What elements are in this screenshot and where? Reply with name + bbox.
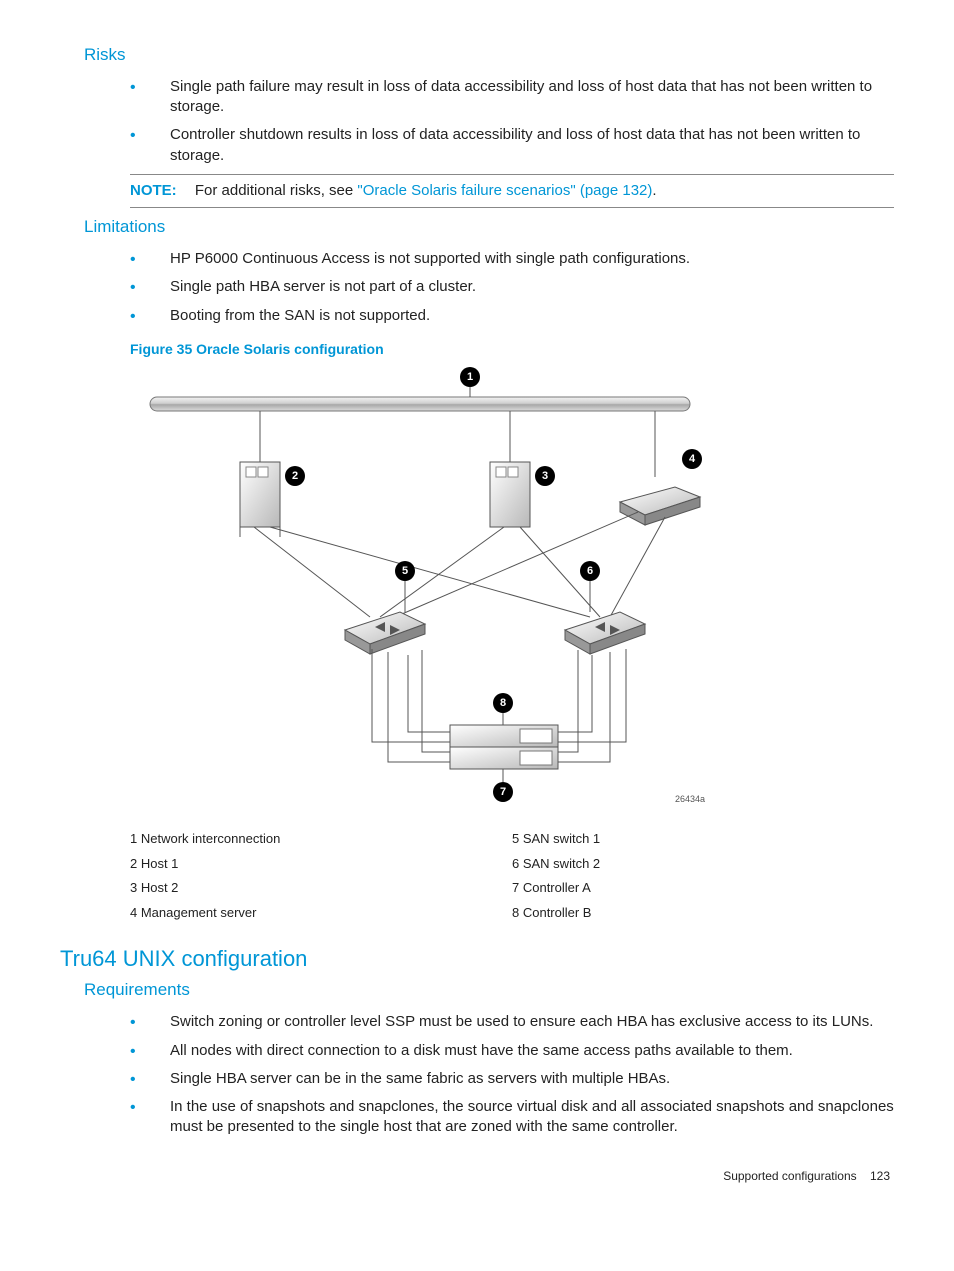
footer-section: Supported configurations	[723, 1169, 856, 1183]
list-item: In the use of snapshots and snapclones, …	[130, 1097, 894, 1138]
svg-text:5: 5	[402, 565, 408, 577]
figure-id-label: 26434a	[675, 794, 705, 804]
svg-text:1: 1	[467, 371, 473, 383]
san-switch-1-icon	[345, 612, 425, 654]
figure-diagram: 1 2 3 4 5	[130, 367, 710, 813]
note-text-post: .	[652, 182, 656, 199]
legend-item: 8 Controller B	[512, 901, 894, 926]
page-footer: Supported configurations 123	[60, 1168, 890, 1184]
svg-text:7: 7	[500, 786, 506, 798]
risks-list: Single path failure may result in loss o…	[130, 77, 894, 166]
svg-text:6: 6	[587, 565, 593, 577]
heading-requirements: Requirements	[84, 979, 894, 1002]
host-2-icon	[490, 462, 530, 527]
legend-item: 3 Host 2	[130, 876, 512, 901]
legend-item: 5 SAN switch 1	[512, 827, 894, 852]
note-link[interactable]: "Oracle Solaris failure scenarios" (page…	[357, 182, 652, 199]
requirements-list: Switch zoning or controller level SSP mu…	[130, 1012, 894, 1137]
list-item: Controller shutdown results in loss of d…	[130, 125, 894, 166]
svg-text:8: 8	[500, 697, 506, 709]
host-1-icon	[240, 462, 280, 537]
figure-caption: Figure 35 Oracle Solaris configuration	[130, 340, 894, 359]
heading-risks: Risks	[84, 44, 894, 67]
legend-item: 6 SAN switch 2	[512, 852, 894, 877]
note-label: NOTE:	[130, 182, 177, 199]
footer-page: 123	[870, 1169, 890, 1183]
list-item: Single path failure may result in loss o…	[130, 77, 894, 118]
legend-item: 2 Host 1	[130, 852, 512, 877]
limitations-list: HP P6000 Continuous Access is not suppor…	[130, 249, 894, 326]
legend-item: 1 Network interconnection	[130, 827, 512, 852]
heading-tru64: Tru64 UNIX configuration	[60, 944, 894, 974]
svg-text:4: 4	[689, 453, 696, 465]
list-item: Single path HBA server is not part of a …	[130, 277, 894, 297]
heading-limitations: Limitations	[84, 216, 894, 239]
note-text-pre: For additional risks, see	[195, 182, 358, 199]
legend-item: 7 Controller A	[512, 876, 894, 901]
svg-text:3: 3	[542, 470, 548, 482]
list-item: Switch zoning or controller level SSP mu…	[130, 1012, 894, 1032]
legend-item: 4 Management server	[130, 901, 512, 926]
list-item: All nodes with direct connection to a di…	[130, 1041, 894, 1061]
list-item: Booting from the SAN is not supported.	[130, 306, 894, 326]
note-box: NOTE: For additional risks, see "Oracle …	[130, 174, 894, 208]
figure-legend: 1 Network interconnection 2 Host 1 3 Hos…	[130, 827, 894, 926]
list-item: HP P6000 Continuous Access is not suppor…	[130, 249, 894, 269]
mgmt-server-icon	[620, 487, 700, 525]
svg-text:2: 2	[292, 470, 298, 482]
controller-icon	[450, 725, 558, 769]
san-switch-2-icon	[565, 612, 645, 654]
list-item: Single HBA server can be in the same fab…	[130, 1069, 894, 1089]
